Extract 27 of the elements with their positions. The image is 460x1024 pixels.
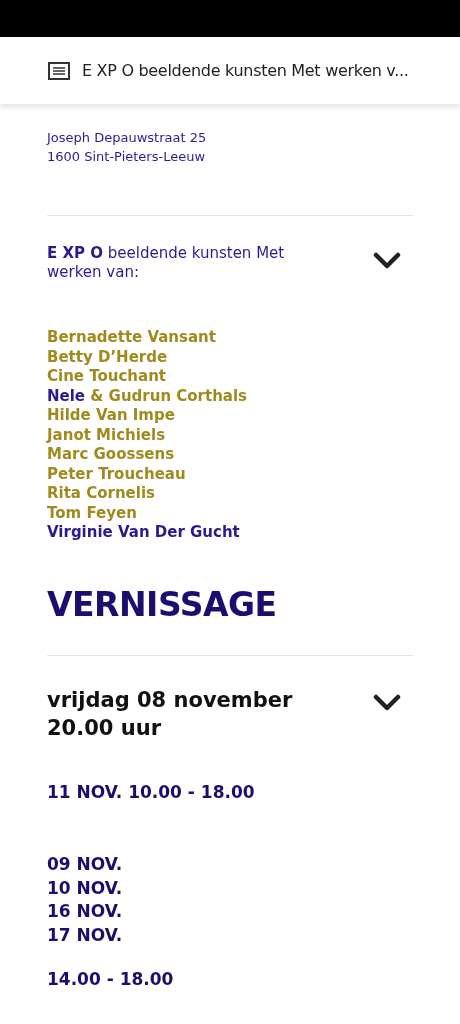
opening-hours: 14.00 - 18.00 [47, 969, 174, 989]
document-icon [48, 61, 70, 80]
opening-date: 10 NOV. [47, 876, 124, 900]
opening-date: 17 NOV. [47, 923, 124, 947]
artist-name: Virginie Van Der Gucht [47, 523, 241, 543]
chevron-down-icon[interactable] [373, 252, 401, 270]
page-title: E XP O beeldende kunsten Met werken v... [82, 59, 409, 82]
artist-name: Tom Feyen [47, 503, 138, 523]
section-heading[interactable]: E XP O beeldende kunsten Met werken van: [47, 244, 337, 282]
artist-name: Nele & Gudrun Corthals [47, 386, 249, 406]
artist-name: Peter Troucheau [47, 464, 187, 484]
address-line: Joseph Depauwstraat 25 [47, 129, 208, 147]
artist-name: Betty D’Herde [47, 347, 169, 367]
artist-name: Bernadette Vansant [47, 328, 217, 348]
event-date: vrijdag 08 november [47, 686, 293, 714]
address-line: 1600 Sint-Pieters-Leeuw [47, 148, 207, 166]
chevron-down-icon[interactable] [373, 693, 401, 712]
opening-hours: 11 NOV. 10.00 - 18.00 [47, 781, 255, 802]
opening-date: 09 NOV. [47, 853, 124, 876]
event-date: 20.00 uur [47, 714, 162, 742]
artist-name: Hilde Van Impe [47, 406, 176, 426]
artist-name: Janot Michiels [47, 425, 167, 445]
artist-name: Rita Cornelis [47, 484, 156, 504]
section-title: VERNISSAGE [47, 584, 278, 625]
artist-name: Marc Goossens [47, 445, 176, 465]
opening-date: 16 NOV. [47, 900, 124, 923]
artist-name: Cine Touchant [47, 367, 167, 387]
